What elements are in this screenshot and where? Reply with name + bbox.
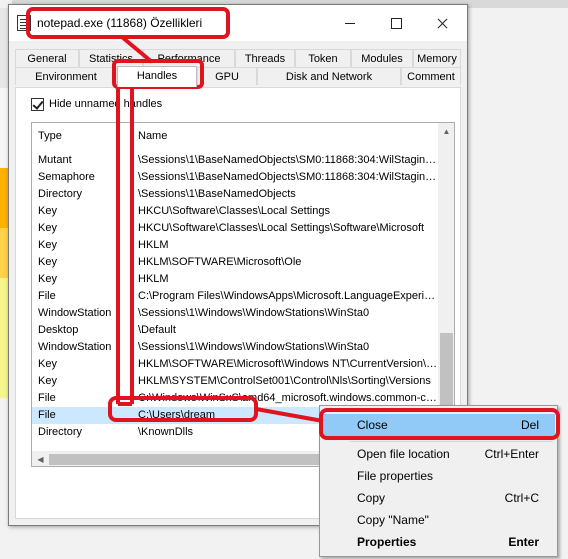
cell-type: Key — [38, 358, 57, 370]
menu-item-label: Close — [357, 418, 388, 432]
handles-rows: Mutant \Sessions\1\BaseNamedObjects\SM0:1… — [32, 152, 438, 441]
menu-separator — [350, 441, 553, 442]
cell-name: \Sessions\1\Windows\WindowStations\WinSt… — [138, 307, 370, 319]
title-bar[interactable]: notepad.exe (11868) Özellikleri — [9, 5, 467, 41]
menu-item-copy[interactable]: Copy Ctrl+C — [322, 487, 555, 509]
cell-type: Key — [38, 239, 57, 251]
tab-threads[interactable]: Threads — [235, 49, 295, 67]
cell-name: \Sessions\1\BaseNamedObjects — [138, 188, 296, 200]
cell-name: \Sessions\1\BaseNamedObjects\SM0:11868:3… — [138, 171, 438, 183]
cell-type: Desktop — [38, 324, 79, 336]
cell-type: Key — [38, 205, 57, 217]
cell-type: Key — [38, 256, 57, 268]
close-icon[interactable] — [419, 5, 465, 41]
menu-item-label: Properties — [357, 535, 417, 549]
maximize-icon[interactable] — [373, 5, 419, 41]
menu-item-label: Copy "Name" — [357, 513, 429, 527]
window-title: notepad.exe (11868) Özellikleri — [37, 16, 203, 30]
menu-item-label: Copy — [357, 491, 386, 505]
tab-memory[interactable]: Memory — [413, 49, 461, 67]
table-row[interactable]: Semaphore \Sessions\1\BaseNamedObjects\SM… — [32, 169, 438, 186]
scroll-left-icon[interactable]: ◀ — [32, 451, 49, 466]
tab-token[interactable]: Token — [295, 49, 351, 67]
cell-name: HKCU\Software\Classes\Local Settings\Sof… — [138, 222, 425, 234]
vertical-scrollbar[interactable]: ▲ ▼ — [438, 123, 454, 451]
menu-item-copy-name[interactable]: Copy "Name" — [322, 509, 555, 531]
table-row[interactable]: Desktop \Default — [32, 322, 438, 339]
cell-name: HKLM\SOFTWARE\Microsoft\Ole — [138, 256, 302, 268]
table-row[interactable]: Key HKCU\Software\Classes\Local Settings\… — [32, 220, 438, 237]
table-row[interactable]: WindowStation \Sessions\1\Windows\WindowS… — [32, 305, 438, 322]
table-row[interactable]: Key HKLM — [32, 271, 438, 288]
menu-item-label: File properties — [357, 469, 434, 483]
table-row[interactable]: Mutant \Sessions\1\BaseNamedObjects\SM0:1… — [32, 152, 438, 169]
hide-unnamed-handles-checkbox[interactable] — [31, 98, 44, 111]
table-row[interactable]: Key HKLM — [32, 237, 438, 254]
table-row[interactable]: WindowStation \Sessions\1\Windows\WindowS… — [32, 339, 438, 356]
hide-unnamed-handles-label: Hide unnamed handles — [49, 98, 163, 110]
scroll-up-icon[interactable]: ▲ — [438, 123, 454, 140]
cell-name: HKLM\SOFTWARE\Microsoft\Windows NT\Curre… — [138, 358, 438, 370]
tab-handles[interactable]: Handles — [117, 66, 197, 87]
column-header-type[interactable]: Type — [32, 123, 132, 149]
cell-name: HKLM — [138, 239, 169, 251]
tab-comment[interactable]: Comment — [401, 67, 461, 85]
tab-general[interactable]: General — [15, 49, 79, 67]
menu-item-shortcut: Ctrl+C — [504, 491, 539, 505]
tab-modules[interactable]: Modules — [351, 49, 413, 67]
cell-type: Semaphore — [38, 171, 95, 183]
cell-type: WindowStation — [38, 341, 112, 353]
cell-type: Directory — [38, 188, 83, 200]
notepad-icon — [17, 15, 31, 31]
cell-name: HKLM — [138, 273, 169, 285]
minimize-icon[interactable] — [327, 5, 373, 41]
tab-environment[interactable]: Environment — [15, 67, 117, 85]
menu-item-label: Open file location — [357, 447, 450, 461]
menu-item-shortcut: Del — [520, 418, 539, 432]
tab-disk-and-network[interactable]: Disk and Network — [257, 67, 401, 85]
cell-type: Directory — [38, 426, 83, 438]
cell-name: \Default — [138, 324, 176, 336]
menu-item-close[interactable]: Close Del — [322, 414, 555, 436]
table-row[interactable]: Key HKCU\Software\Classes\Local Settings — [32, 203, 438, 220]
cell-name: \Sessions\1\Windows\WindowStations\WinSt… — [138, 341, 370, 353]
table-row[interactable]: Key HKLM\SOFTWARE\Microsoft\Ole — [32, 254, 438, 271]
table-row[interactable]: Key HKLM\SYSTEM\ControlSet001\Control\Nls… — [32, 373, 438, 390]
cell-name: \Sessions\1\BaseNamedObjects\SM0:11868:3… — [138, 154, 438, 166]
cell-type: Mutant — [38, 154, 72, 166]
cell-type: Key — [38, 273, 57, 285]
tab-performance[interactable]: Performance — [143, 49, 235, 67]
cell-type: Key — [38, 222, 57, 234]
cell-name: HKLM\SYSTEM\ControlSet001\Control\Nls\So… — [138, 375, 431, 387]
table-row[interactable]: File C:\Program Files\WindowsApps\Microso… — [32, 288, 438, 305]
cell-name: C:\Program Files\WindowsApps\Microsoft.L… — [138, 290, 438, 302]
cell-type: File — [38, 290, 56, 302]
cell-type: Key — [38, 375, 57, 387]
cell-type: File — [38, 409, 56, 421]
menu-item-open-file-location[interactable]: Open file location Ctrl+Enter — [322, 443, 555, 465]
menu-item-file-properties[interactable]: File properties — [322, 465, 555, 487]
tab-statistics[interactable]: Statistics — [79, 49, 143, 67]
cell-name: HKCU\Software\Classes\Local Settings — [138, 205, 330, 217]
table-row[interactable]: Key HKLM\SOFTWARE\Microsoft\Windows NT\Cu… — [32, 356, 438, 373]
menu-item-shortcut: Enter — [508, 535, 539, 549]
column-header-name[interactable]: Name — [132, 123, 438, 149]
tab-gpu[interactable]: GPU — [197, 67, 257, 85]
cell-type: WindowStation — [38, 307, 112, 319]
menu-item-properties[interactable]: Properties Enter — [322, 531, 555, 553]
context-menu: Close Del Open file location Ctrl+Enter … — [319, 405, 558, 557]
table-row[interactable]: Directory \Sessions\1\BaseNamedObjects — [32, 186, 438, 203]
menu-item-shortcut: Ctrl+Enter — [484, 447, 539, 461]
cell-type: File — [38, 392, 56, 404]
